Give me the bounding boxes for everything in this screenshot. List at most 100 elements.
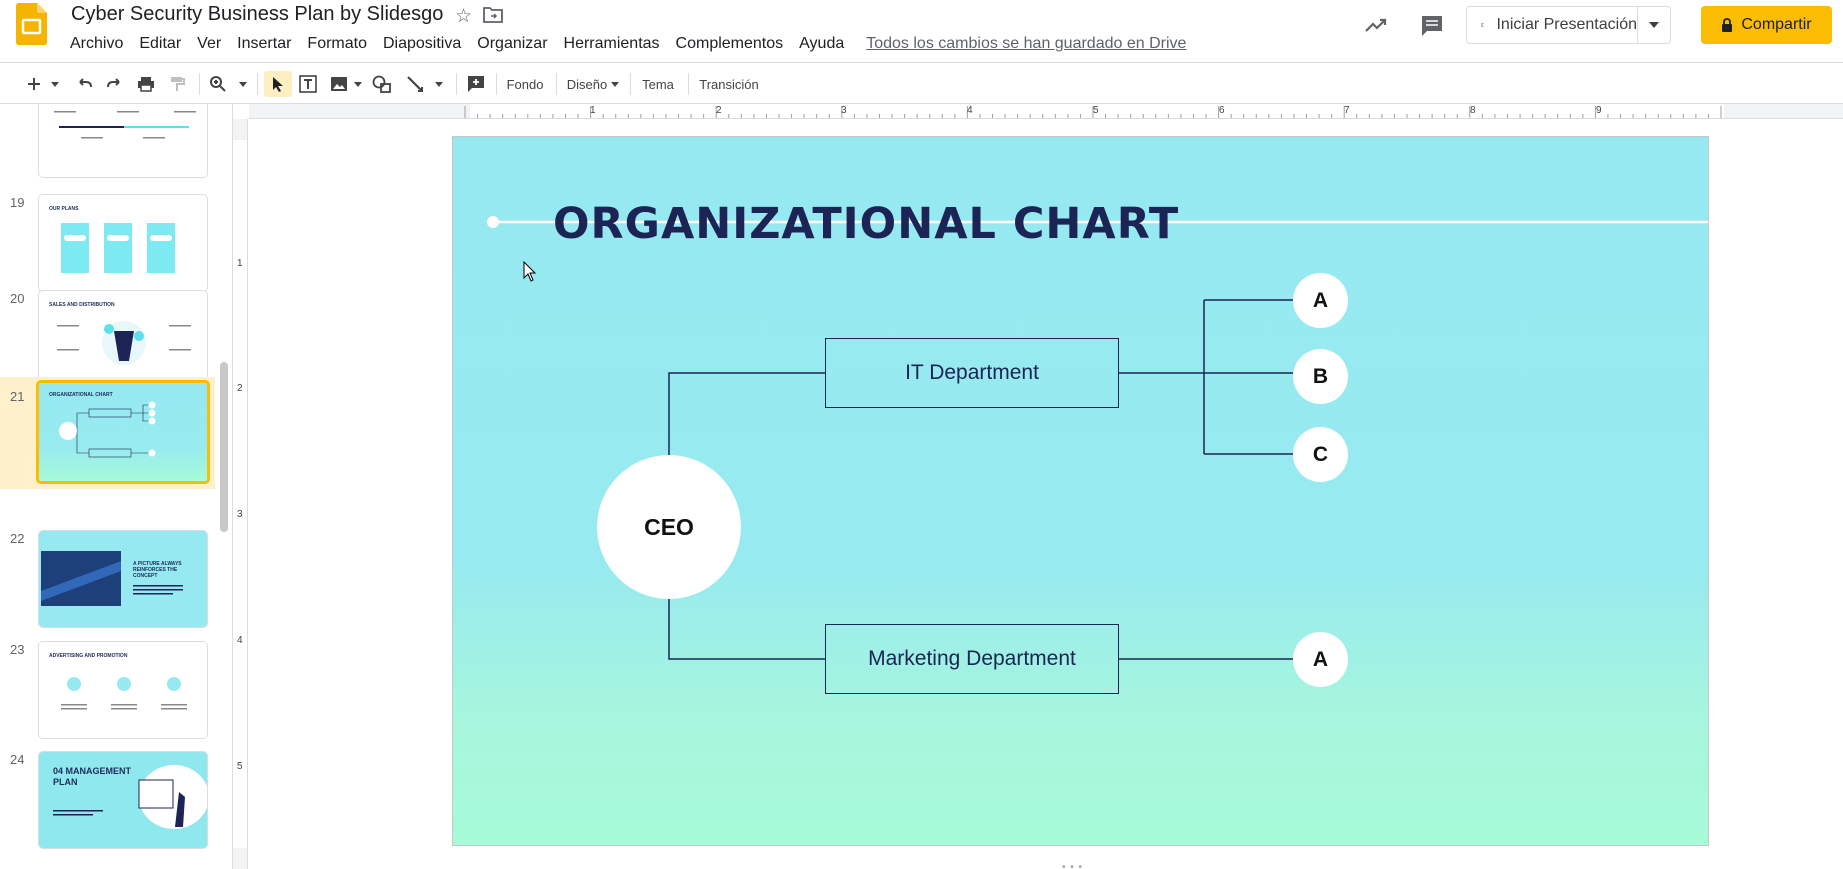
mouse-cursor-icon (523, 261, 537, 282)
ruler-number: 5 (237, 761, 243, 772)
line-icon (407, 76, 423, 92)
slide-number: 20 (10, 291, 25, 306)
redo-button[interactable] (103, 71, 127, 97)
slide-thumbnail-title: A PICTURE ALWAYS REINFORCES THE CONCEPT (133, 561, 182, 579)
image-dropdown[interactable] (351, 71, 365, 97)
shape-icon (372, 75, 391, 93)
slide-title[interactable]: ORGANIZATIONAL CHART (553, 199, 1179, 249)
cursor-arrow-icon (273, 76, 283, 92)
zoom-button[interactable] (206, 71, 230, 97)
ceo-node[interactable]: CEO (597, 455, 741, 599)
star-icon[interactable]: ☆ (455, 5, 472, 28)
transition-button[interactable]: Transición (695, 71, 763, 97)
share-button-label: Compartir (1741, 16, 1812, 33)
toolbar: Fondo Diseño Tema Transición (0, 62, 1843, 104)
insert-image-button[interactable] (327, 71, 351, 97)
it-leaf-b[interactable]: B (1293, 349, 1348, 404)
menu-editar[interactable]: Editar (131, 33, 189, 55)
slide-canvas[interactable]: ORGANIZATIONAL CHART CEO IT Department M… (452, 136, 1709, 846)
paint-format-icon (171, 77, 185, 91)
select-tool-button[interactable] (264, 71, 292, 97)
toolbar-divider (456, 73, 457, 95)
ruler-number: 1 (590, 105, 596, 116)
slide-thumbnail-row[interactable]: 23 ADVERTISING AND PROMOTION (0, 637, 215, 749)
slide-number: 21 (10, 389, 25, 404)
background-button[interactable]: Fondo (503, 71, 547, 97)
slide-thumbnail-row[interactable] (0, 104, 215, 192)
menu-ayuda[interactable]: Ayuda (791, 33, 852, 55)
new-slide-layout-dropdown[interactable] (48, 71, 62, 97)
slide-thumbnail[interactable]: SALES AND DISTRIBUTION (38, 290, 208, 388)
it-department-box[interactable]: IT Department (825, 338, 1119, 408)
paint-format-button[interactable] (165, 71, 189, 97)
app-header: Cyber Security Business Plan by Slidesgo… (0, 0, 1843, 62)
text-box-button[interactable] (296, 71, 320, 97)
ruler-number: 6 (1219, 105, 1225, 116)
slide-thumbnail-row-selected[interactable]: 21 ORGANIZATIONAL CHART (0, 377, 215, 489)
menu-organizar[interactable]: Organizar (469, 33, 555, 55)
menu-formato[interactable]: Formato (299, 33, 375, 55)
menu-diapositiva[interactable]: Diapositiva (375, 33, 469, 55)
slides-logo-icon[interactable] (16, 3, 47, 45)
slide-number: 22 (10, 531, 25, 546)
ruler-number: 4 (237, 635, 243, 646)
print-button[interactable] (134, 71, 158, 97)
present-button[interactable]: Iniciar Presentación (1467, 7, 1638, 43)
marketing-leaf-a[interactable]: A (1293, 632, 1348, 687)
document-title[interactable]: Cyber Security Business Plan by Slidesgo (71, 3, 443, 26)
vertical-ruler[interactable]: 1 2 3 4 5 (233, 119, 248, 869)
slide-number: 19 (10, 195, 25, 210)
text-box-icon (299, 75, 317, 93)
line-button[interactable] (403, 71, 427, 97)
it-leaf-c[interactable]: C (1293, 427, 1348, 482)
menu-herramientas[interactable]: Herramientas (556, 33, 668, 55)
menu-ver[interactable]: Ver (189, 33, 229, 55)
slide-preview (39, 104, 207, 177)
menu-complementos[interactable]: Complementos (668, 33, 792, 55)
line-dropdown[interactable] (432, 71, 446, 97)
undo-button[interactable] (72, 71, 96, 97)
save-status-link[interactable]: Todos los cambios se han guardado en Dri… (866, 35, 1186, 53)
slide-thumbnail[interactable]: OUR PLANS (38, 194, 208, 292)
ruler-number: 1 (237, 258, 243, 269)
menu-archivo[interactable]: Archivo (62, 33, 131, 55)
ruler-number: 8 (1470, 105, 1476, 116)
shape-button[interactable] (370, 71, 394, 97)
menu-insertar[interactable]: Insertar (229, 33, 299, 55)
layout-dropdown-label: Diseño (566, 76, 608, 92)
slide-thumbnail[interactable]: 04 MANAGEMENT PLAN (38, 751, 208, 849)
slide-thumbnail[interactable]: ADVERTISING AND PROMOTION (38, 641, 208, 739)
ruler-number: 3 (237, 509, 243, 520)
google-slides-app: Cyber Security Business Plan by Slidesgo… (0, 0, 1843, 869)
theme-button[interactable]: Tema (637, 71, 679, 97)
layout-dropdown[interactable]: Diseño (563, 71, 623, 97)
new-slide-button[interactable] (22, 71, 46, 97)
share-button[interactable]: Compartir (1701, 6, 1832, 44)
slide-thumbnail-row[interactable]: 22 A PICTURE ALWAYS REINFORCES THE CONCE… (0, 526, 215, 638)
it-leaf-a[interactable]: A (1293, 273, 1348, 328)
slide-thumbnail[interactable]: ORGANIZATIONAL CHART (36, 380, 210, 484)
slide-thumbnail[interactable] (38, 104, 208, 178)
activity-trend-icon[interactable] (1362, 12, 1390, 40)
speaker-notes-resize-handle[interactable]: • • • (1062, 862, 1083, 869)
it-leaf-connectors (1204, 299, 1293, 455)
slide-thumbnail-title: ORGANIZATIONAL CHART (49, 392, 113, 398)
ruler-ticks (464, 106, 1722, 118)
plus-icon (28, 78, 40, 90)
slide-filmstrip[interactable]: 19 OUR PLANS 20 SALES AND DISTRIBUTION 2… (0, 104, 233, 869)
horizontal-ruler[interactable]: 1 2 3 4 5 6 7 8 9 (249, 104, 1843, 119)
move-to-folder-icon[interactable] (483, 6, 503, 24)
filmstrip-scrollbar[interactable] (220, 362, 228, 532)
comments-icon[interactable] (1418, 12, 1446, 40)
ruler-number: 3 (841, 105, 847, 116)
marketing-department-box[interactable]: Marketing Department (825, 624, 1119, 694)
slide-thumbnail[interactable]: A PICTURE ALWAYS REINFORCES THE CONCEPT (38, 530, 208, 628)
insert-comment-button[interactable] (463, 71, 489, 97)
slide-thumbnail-row[interactable]: 24 04 MANAGEMENT PLAN (0, 747, 215, 859)
toolbar-divider (556, 73, 557, 95)
title-bullet-dot (487, 216, 499, 228)
present-options-dropdown[interactable] (1638, 7, 1670, 43)
zoom-dropdown[interactable] (236, 71, 250, 97)
present-button-group: Iniciar Presentación (1466, 6, 1671, 44)
lock-icon (1722, 17, 1733, 32)
